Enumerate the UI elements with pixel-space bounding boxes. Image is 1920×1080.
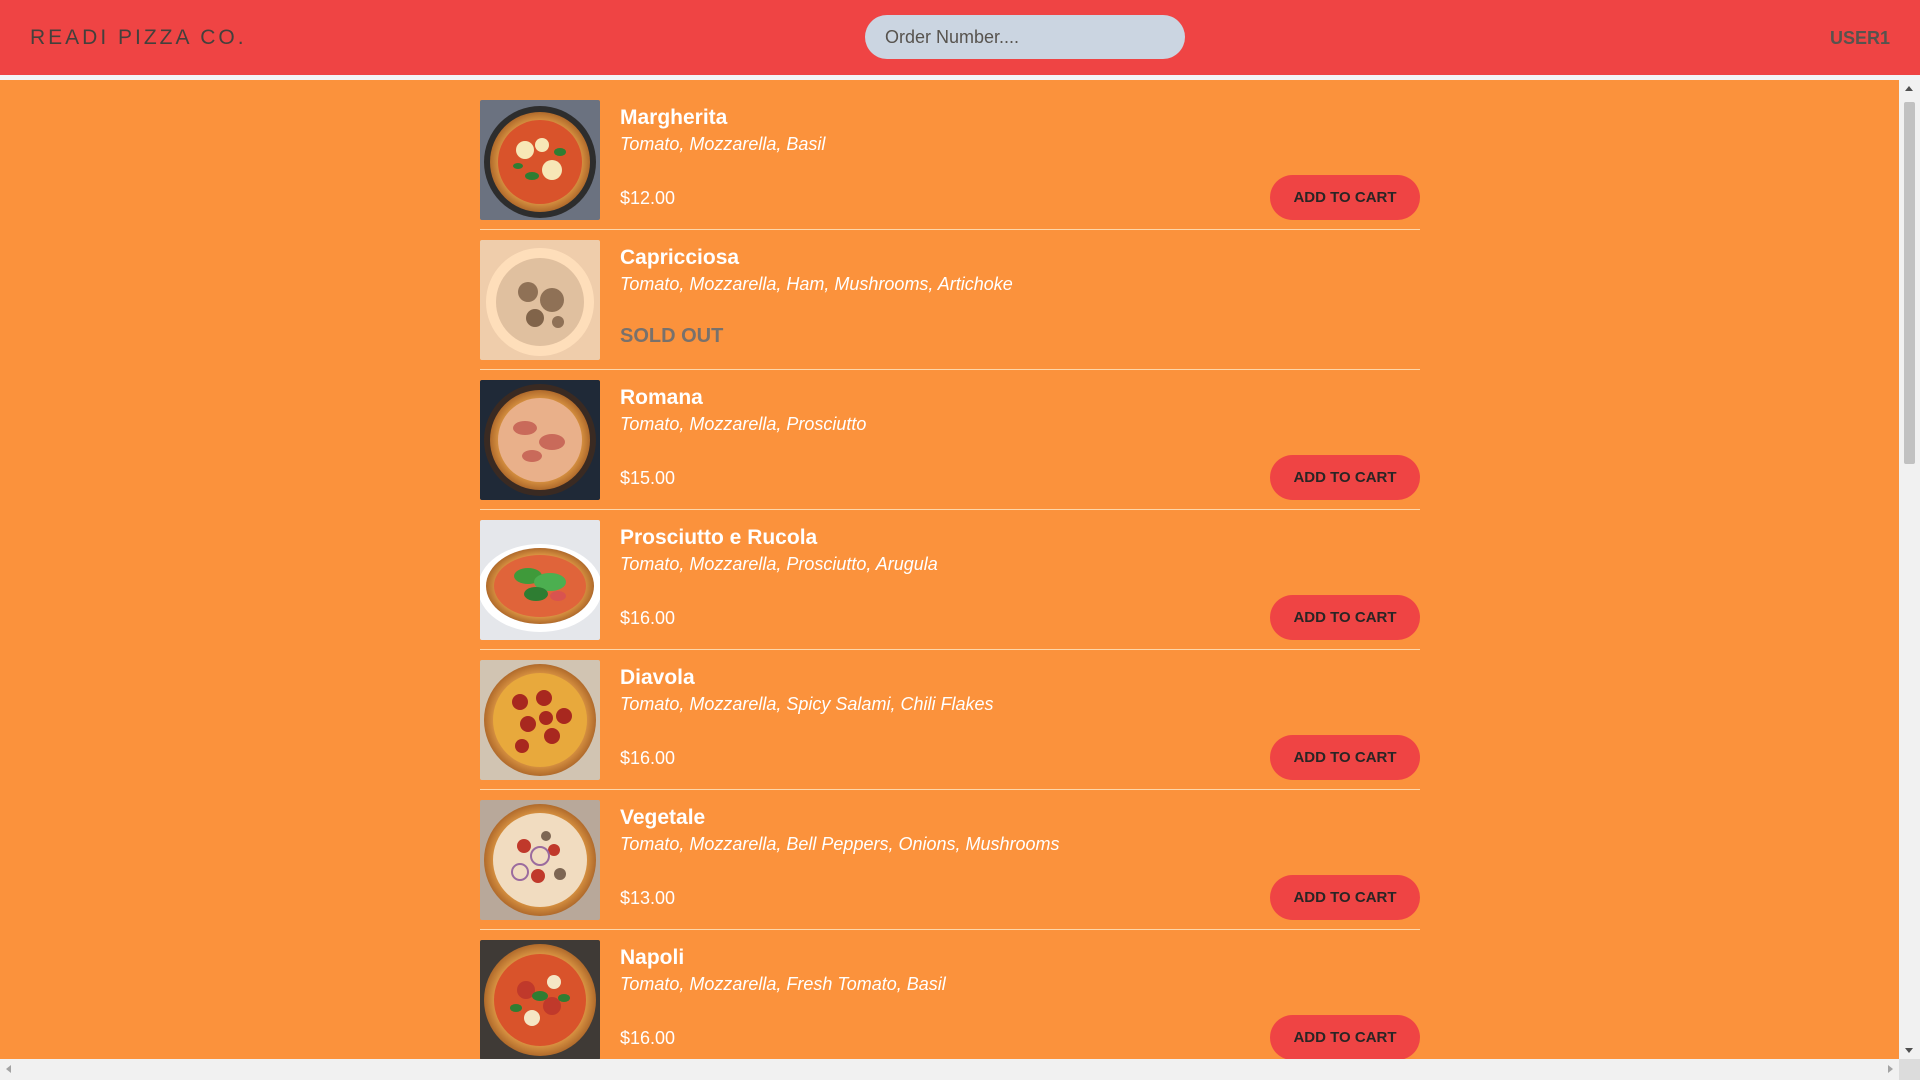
pizza-price: $13.00 — [620, 888, 676, 908]
pizza-price: $16.00 — [620, 748, 676, 768]
menu-item: Margherita Tomato, Mozzarella, Basil $12… — [480, 90, 1420, 230]
pizza-vegetale-image — [480, 800, 600, 920]
pizza-price: $16.00 — [620, 608, 676, 628]
scroll-left-arrow-icon[interactable] — [6, 1065, 11, 1073]
menu-item: Napoli Tomato, Mozzarella, Fresh Tomato,… — [480, 930, 1420, 1059]
pizza-margherita-image — [480, 100, 600, 220]
pizza-capricciosa-image — [480, 240, 600, 360]
pizza-prosciutto-rucola-image — [480, 520, 600, 640]
pizza-diavola-image — [480, 660, 600, 780]
pizza-price: $16.00 — [620, 1028, 676, 1048]
pizza-menu-list: Margherita Tomato, Mozzarella, Basil $12… — [480, 80, 1420, 1059]
scroll-right-arrow-icon[interactable] — [1888, 1065, 1893, 1073]
menu-item: Capricciosa Tomato, Mozzarella, Ham, Mus… — [480, 230, 1420, 370]
pizza-price: $15.00 — [620, 468, 676, 488]
scrollbar-corner — [1899, 1059, 1920, 1080]
pizza-ingredients: Tomato, Mozzarella, Bell Peppers, Onions… — [620, 834, 1060, 854]
pizza-napoli-image — [480, 940, 600, 1059]
brand-logo[interactable]: READI PIZZA CO. — [30, 26, 247, 50]
pizza-name: Margherita — [620, 106, 728, 129]
pizza-ingredients: Tomato, Mozzarella, Prosciutto — [620, 414, 867, 434]
scroll-down-arrow-icon[interactable] — [1905, 1048, 1913, 1053]
pizza-name: Romana — [620, 386, 703, 409]
menu-scroll-area[interactable]: Margherita Tomato, Mozzarella, Basil $12… — [0, 80, 1899, 1059]
top-navbar: READI PIZZA CO. USER1 — [0, 0, 1920, 75]
vertical-scrollbar[interactable] — [1899, 80, 1920, 1059]
add-to-cart-button[interactable]: ADD TO CART — [1270, 735, 1420, 780]
add-to-cart-button[interactable]: ADD TO CART — [1270, 175, 1420, 220]
pizza-price: $12.00 — [620, 188, 676, 208]
pizza-name: Prosciutto e Rucola — [620, 526, 818, 549]
add-to-cart-button[interactable]: ADD TO CART — [1270, 595, 1420, 640]
menu-item: Vegetale Tomato, Mozzarella, Bell Pepper… — [480, 790, 1420, 930]
pizza-romana-image — [480, 380, 600, 500]
pizza-ingredients: Tomato, Mozzarella, Fresh Tomato, Basil — [620, 974, 946, 994]
menu-item: Romana Tomato, Mozzarella, Prosciutto $1… — [480, 370, 1420, 510]
horizontal-scrollbar[interactable] — [0, 1059, 1899, 1080]
menu-item: Diavola Tomato, Mozzarella, Spicy Salami… — [480, 650, 1420, 790]
scroll-up-arrow-icon[interactable] — [1905, 86, 1913, 91]
sold-out-label: SOLD OUT — [620, 325, 724, 347]
vertical-scrollbar-thumb[interactable] — [1904, 102, 1915, 464]
add-to-cart-button[interactable]: ADD TO CART — [1270, 455, 1420, 500]
menu-item: Prosciutto e Rucola Tomato, Mozzarella, … — [480, 510, 1420, 650]
add-to-cart-button[interactable]: ADD TO CART — [1270, 875, 1420, 920]
pizza-ingredients: Tomato, Mozzarella, Basil — [620, 134, 826, 154]
pizza-name: Diavola — [620, 666, 695, 689]
pizza-ingredients: Tomato, Mozzarella, Spicy Salami, Chili … — [620, 694, 994, 714]
pizza-name: Vegetale — [620, 806, 706, 829]
username-label: USER1 — [1829, 28, 1890, 48]
pizza-ingredients: Tomato, Mozzarella, Prosciutto, Arugula — [620, 554, 938, 574]
add-to-cart-button[interactable]: ADD TO CART — [1270, 1015, 1420, 1059]
pizza-ingredients: Tomato, Mozzarella, Ham, Mushrooms, Arti… — [620, 274, 1013, 294]
pizza-name: Capricciosa — [620, 246, 740, 269]
order-number-search-input[interactable] — [865, 15, 1185, 59]
pizza-name: Napoli — [620, 946, 685, 969]
